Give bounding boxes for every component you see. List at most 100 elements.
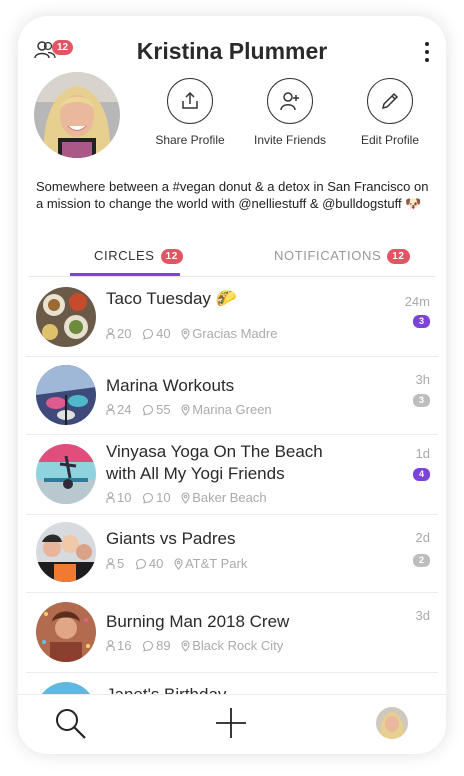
circle-title: Giants vs Padres [106, 529, 236, 548]
comment-icon [143, 404, 154, 416]
edit-profile-label: Edit Profile [360, 133, 420, 147]
circle-thumbnail [36, 522, 96, 582]
circle-unread-count: 3 [412, 394, 430, 407]
profile-avatar[interactable] [34, 72, 120, 158]
share-profile-label: Share Profile [155, 133, 225, 147]
circle-row-janets-birthday[interactable]: Janet's Birthday [26, 672, 438, 694]
comments-count: 40 [142, 326, 171, 341]
person-icon [106, 558, 115, 569]
circle-meta: 5 40 AT&T Park [106, 556, 254, 571]
location-label: AT&T Park [174, 556, 247, 571]
circle-unread-count: 2 [412, 554, 430, 567]
circle-time: 3d [415, 608, 430, 623]
members-count: 10 [106, 490, 131, 505]
members-count: 16 [106, 638, 131, 653]
plus-icon [216, 708, 246, 738]
circle-title: Taco Tuesday 🌮 [106, 289, 237, 308]
circle-thumbnail [36, 444, 96, 504]
circles-list: Taco Tuesday 🌮 20 40 Gracias Madre 24m 3 [26, 278, 438, 694]
comments-count: 40 [135, 556, 163, 571]
circle-row-giants-vs-padres[interactable]: Giants vs Padres 5 40 AT&T Park 2d 2 [26, 514, 438, 593]
active-tab-indicator [70, 273, 180, 276]
circle-unread-count: 4 [412, 468, 430, 481]
share-icon-circle [167, 78, 213, 124]
profile-tabs: CIRCLES 12 NOTIFICATIONS 12 [28, 244, 436, 277]
more-options-button[interactable] [422, 42, 432, 66]
tab-circles-label: CIRCLES [94, 248, 155, 263]
location-label: Gracias Madre [181, 326, 277, 341]
person-icon [106, 640, 115, 651]
circle-meta: 10 10 Baker Beach [106, 490, 274, 505]
create-circle-button[interactable] [215, 707, 247, 744]
share-profile-button[interactable]: Share Profile [140, 78, 240, 147]
profile-photo [34, 72, 120, 158]
circle-time: 3h [415, 372, 430, 387]
comments-count: 89 [142, 638, 171, 653]
more-dot-icon [425, 58, 429, 62]
taco-photo [36, 287, 96, 347]
location-label: Marina Green [181, 402, 272, 417]
tab-notifications-label: NOTIFICATIONS [274, 248, 382, 263]
circle-thumbnail [36, 602, 96, 662]
search-icon [56, 709, 86, 739]
invite-friends-button[interactable]: Invite Friends [240, 78, 340, 147]
person-icon [106, 404, 115, 415]
comments-count: 10 [142, 490, 171, 505]
add-person-icon [280, 92, 299, 111]
circle-thumbnail [36, 365, 96, 425]
circle-row-vinyasa-yoga[interactable]: Vinyasa Yoga On The Beach with All My Yo… [26, 434, 438, 515]
profile-name: Kristina Plummer [136, 38, 328, 64]
pin-icon [181, 328, 190, 340]
circle-row-taco-tuesday[interactable]: Taco Tuesday 🌮 20 40 Gracias Madre 24m 3 [26, 278, 438, 357]
comment-icon [135, 558, 146, 570]
phone-frame: 12 Kristina Plummer Share Profile Invite… [18, 16, 446, 754]
share-icon [182, 91, 198, 109]
circle-title: Janet's Birthday [106, 684, 356, 694]
tab-notifications-badge: 12 [387, 249, 410, 264]
search-button[interactable] [54, 707, 88, 746]
members-count: 5 [106, 556, 124, 571]
birthday-photo [36, 682, 96, 694]
workout-photo [36, 365, 96, 425]
members-count: 24 [106, 402, 131, 417]
circle-time: 1d [415, 446, 430, 461]
circle-title: Vinyasa Yoga On The Beach with All My Yo… [106, 442, 323, 483]
pencil-icon [381, 92, 399, 110]
burning-man-photo [36, 602, 96, 662]
circle-row-marina-workouts[interactable]: Marina Workouts 24 55 Marina Green 3h 3 [26, 356, 438, 435]
location-label: Black Rock City [181, 638, 283, 653]
circle-time: 24m [404, 294, 430, 309]
edit-profile-button[interactable]: Edit Profile [340, 78, 440, 147]
more-dot-icon [425, 42, 429, 46]
tab-notifications[interactable]: NOTIFICATIONS 12 [274, 248, 410, 264]
pin-icon [174, 558, 183, 570]
location-label: Baker Beach [181, 490, 267, 505]
add-person-icon-circle [267, 78, 313, 124]
members-count: 20 [106, 326, 131, 341]
tab-circles[interactable]: CIRCLES 12 [94, 248, 183, 264]
comment-icon [143, 640, 154, 652]
pin-icon [181, 640, 190, 652]
circle-unread-count: 3 [412, 315, 430, 328]
circle-title: Burning Man 2018 Crew [106, 612, 290, 631]
circle-meta: 24 55 Marina Green [106, 402, 279, 417]
more-dot-icon [425, 50, 429, 54]
avatar[interactable] [376, 707, 408, 739]
avatar-photo [376, 707, 408, 739]
circle-time: 2d [415, 530, 430, 545]
circle-thumbnail [36, 287, 96, 347]
profile-screen: 12 Kristina Plummer Share Profile Invite… [18, 16, 446, 754]
bottom-nav-bar [18, 694, 446, 754]
pencil-icon-circle [367, 78, 413, 124]
profile-bio: Somewhere between a #vegan donut & a det… [36, 179, 429, 211]
yoga-photo [36, 444, 96, 504]
invite-friends-label: Invite Friends [253, 133, 327, 147]
tab-circles-badge: 12 [160, 249, 183, 264]
comments-count: 55 [142, 402, 171, 417]
circle-title: Marina Workouts [106, 376, 235, 395]
pin-icon [181, 404, 190, 416]
person-icon [106, 328, 115, 339]
circle-meta: 16 89 Black Rock City [106, 638, 290, 653]
circle-row-burning-man[interactable]: Burning Man 2018 Crew 16 89 Black Rock C… [26, 592, 438, 673]
person-icon [106, 492, 115, 503]
